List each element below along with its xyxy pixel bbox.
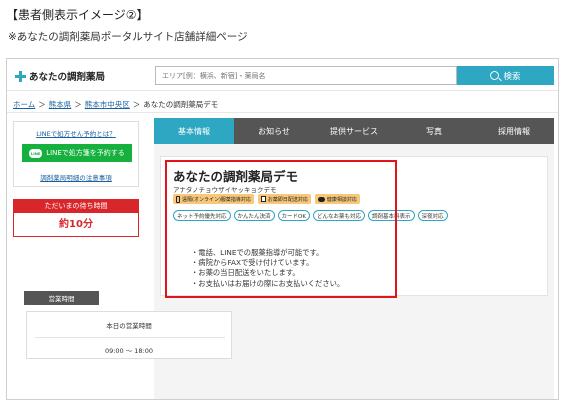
store-tabs: 基本情報 お知らせ 提供サービス 写真 採用情報: [154, 118, 554, 144]
tab-recruitment[interactable]: 採用情報: [474, 118, 554, 144]
wait-time-label: ただいまの待ち時間: [14, 200, 138, 213]
today-hours-time: 09:00 ～ 18:00: [104, 347, 154, 355]
store-info-card: あなたの調剤薬局デモ アナタノチョウザイヤッキョクデモ 遠隔(オンライン)服薬指…: [160, 156, 548, 298]
search-input[interactable]: [155, 66, 457, 85]
breadcrumb-current: あなたの調剤薬局デモ: [143, 100, 219, 109]
tab-services[interactable]: 提供サービス: [314, 118, 394, 144]
business-hours-label: 営業時間: [24, 291, 99, 305]
highlight-frame: [165, 160, 397, 298]
tab-news[interactable]: お知らせ: [234, 118, 314, 144]
divider: [35, 337, 225, 338]
search-button-label: 検索: [503, 71, 521, 82]
business-hours-box: 本日の営業時間 09:00 ～ 18:00: [26, 311, 232, 359]
tab-basic-info[interactable]: 基本情報: [154, 118, 234, 144]
wait-time-box: ただいまの待ち時間 約10分: [13, 199, 139, 237]
breadcrumb-separator: ＞: [38, 100, 46, 109]
tab-photos[interactable]: 写真: [394, 118, 474, 144]
notice-link[interactable]: 調剤薬局明細の注意事項: [14, 172, 138, 182]
breadcrumb-separator: ＞: [132, 100, 141, 109]
browser-page: あなたの調剤薬局 検索 ホーム ＞ 熊本県 ＞ 熊本市中央区 ＞ あなたの調剤薬…: [6, 58, 559, 400]
today-hours-title: 本日の営業時間: [106, 322, 152, 330]
line-info-link[interactable]: LINEで処方せん予約とは？: [14, 128, 138, 138]
line-reserve-button[interactable]: LINE LINEで処方箋を予約する: [22, 144, 132, 162]
breadcrumb-prefecture[interactable]: 熊本県: [49, 99, 72, 110]
site-header: あなたの調剤薬局 検索: [7, 59, 558, 91]
tab-content: あなたの調剤薬局デモ アナタノチョウザイヤッキョクデモ 遠隔(オンライン)服薬指…: [154, 144, 554, 399]
document-subtitle: ※あなたの調剤薬局ポータルサイト店舗詳細ページ: [8, 31, 248, 43]
line-icon: LINE: [29, 148, 43, 158]
tag-late-night: 深夜対応: [417, 210, 448, 221]
breadcrumb-separator: ＞: [74, 100, 82, 109]
breadcrumb-city[interactable]: 熊本市中央区: [85, 99, 130, 110]
cross-icon: [15, 70, 26, 82]
breadcrumb-home[interactable]: ホーム: [13, 99, 35, 110]
breadcrumb: ホーム ＞ 熊本県 ＞ 熊本市中央区 ＞ あなたの調剤薬局デモ: [13, 99, 218, 110]
site-logo[interactable]: あなたの調剤薬局: [15, 69, 105, 83]
line-reserve-label: LINEで処方箋を予約する: [46, 149, 125, 157]
document-title: 【患者側表示イメージ②】: [6, 8, 149, 22]
divider: [7, 112, 558, 113]
logo-text: あなたの調剤薬局: [29, 72, 106, 83]
line-reservation-panel: LINEで処方せん予約とは？ LINE LINEで処方箋を予約する 調剤薬局明細…: [13, 121, 139, 187]
wait-time-value: 約10分: [59, 219, 93, 230]
search-button[interactable]: 検索: [457, 66, 554, 85]
search-icon: [490, 71, 500, 80]
